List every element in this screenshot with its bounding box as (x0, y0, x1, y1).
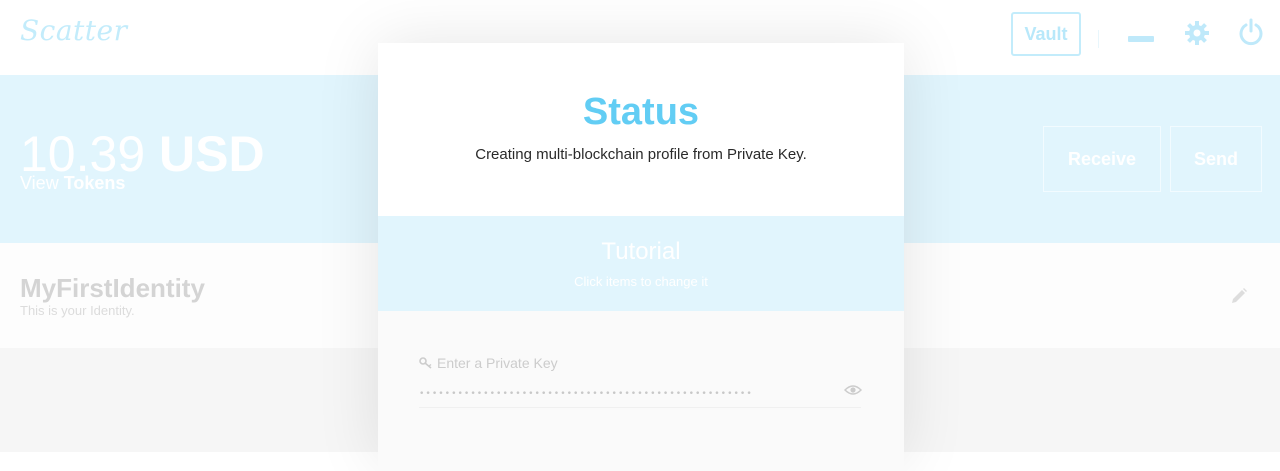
receive-button[interactable]: Receive (1043, 126, 1161, 192)
minimize-icon[interactable] (1128, 36, 1154, 42)
vault-button[interactable]: Vault (1011, 12, 1081, 56)
balance-currency: USD (159, 126, 265, 182)
identity-name: MyFirstIdentity (20, 273, 205, 303)
app-logo: Scatter (20, 14, 128, 47)
identity-subtitle: This is your Identity. (20, 303, 135, 318)
tutorial-band: Tutorial Click items to change it (378, 216, 904, 311)
key-icon (419, 357, 432, 369)
pencil-icon[interactable] (1230, 287, 1248, 305)
top-divider (1098, 30, 1099, 48)
balance-amount: 10.39 USD (20, 129, 265, 179)
eye-icon[interactable] (844, 383, 862, 397)
status-modal: Status Creating multi-blockchain profile… (378, 43, 904, 471)
view-prefix: View (20, 173, 59, 193)
private-key-label: Enter a Private Key (437, 355, 558, 371)
tutorial-title: Tutorial (601, 238, 681, 265)
send-button[interactable]: Send (1170, 126, 1262, 192)
view-tokens-link[interactable]: View Tokens (20, 173, 125, 194)
private-key-section: Enter a Private Key (378, 311, 904, 471)
modal-message: Creating multi-blockchain profile from P… (475, 146, 807, 163)
tutorial-subtitle: Click items to change it (574, 274, 708, 289)
power-icon[interactable] (1238, 18, 1264, 46)
modal-title: Status (582, 91, 700, 133)
private-key-input[interactable] (419, 381, 861, 408)
view-tokens-label: Tokens (63, 173, 126, 193)
gear-icon[interactable] (1184, 20, 1210, 46)
